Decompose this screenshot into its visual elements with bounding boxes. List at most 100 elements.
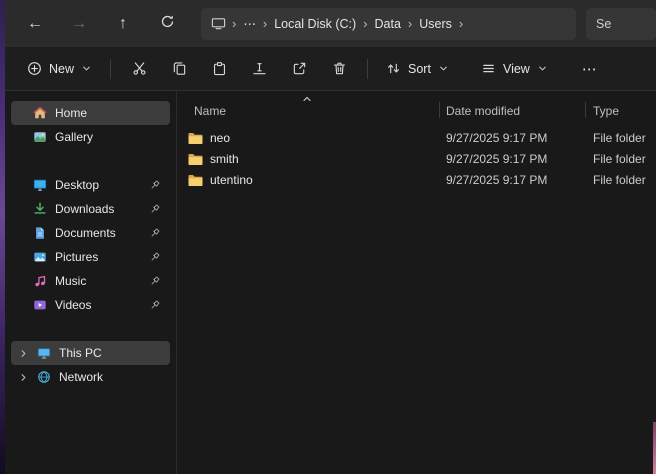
videos-icon (33, 298, 47, 312)
folder-icon (187, 130, 203, 146)
new-button-label: New (49, 62, 74, 76)
chevron-right-icon[interactable] (17, 348, 29, 359)
chevron-right-icon[interactable] (17, 372, 29, 383)
file-row-utentino[interactable]: utentino 9/27/2025 9:17 PM File folder (177, 169, 656, 190)
sidebar-item-home[interactable]: Home (11, 101, 170, 125)
new-button[interactable]: New (17, 53, 102, 85)
cut-button[interactable] (119, 53, 159, 85)
sidebar-item-this-pc[interactable]: This PC (11, 341, 170, 365)
paste-button[interactable] (199, 53, 239, 85)
desktop-background-left-edge (0, 0, 5, 474)
sidebar-item-pictures[interactable]: Pictures (11, 245, 170, 269)
file-list-pane: Name Date modified Type neo 9/27/2025 9:… (177, 91, 656, 474)
gallery-icon (33, 130, 47, 144)
sidebar-item-label: This PC (59, 346, 102, 360)
more-options-button[interactable]: ⋯ (572, 53, 608, 85)
file-name: neo (210, 131, 230, 145)
documents-icon (33, 226, 47, 240)
refresh-button[interactable] (147, 8, 187, 40)
file-type: File folder (585, 131, 656, 145)
address-bar[interactable]: › ⋯ › Local Disk (C:) › Data › Users › (201, 8, 576, 40)
sidebar-item-label: Desktop (55, 178, 99, 192)
sort-icon (386, 61, 401, 76)
column-header-type[interactable]: Type (585, 104, 656, 118)
forward-button[interactable]: → (59, 8, 99, 40)
view-button-label: View (503, 62, 530, 76)
rename-icon (252, 61, 267, 76)
sidebar-item-documents[interactable]: Documents (11, 221, 170, 245)
file-row-neo[interactable]: neo 9/27/2025 9:17 PM File folder (177, 127, 656, 148)
sort-ascending-icon (301, 93, 313, 108)
breadcrumb-item-local-disk-c[interactable]: Local Disk (C:) (271, 17, 359, 31)
copy-button[interactable] (159, 53, 199, 85)
pin-icon (149, 275, 161, 290)
rename-button[interactable] (239, 53, 279, 85)
sidebar-item-label: Downloads (55, 202, 114, 216)
file-date-modified: 9/27/2025 9:17 PM (439, 131, 585, 145)
pin-icon (149, 203, 161, 218)
chevron-down-icon (81, 63, 92, 74)
breadcrumb-separator[interactable]: › (359, 16, 371, 31)
search-input[interactable]: Se (586, 8, 656, 40)
breadcrumb-ellipsis[interactable]: ⋯ (240, 16, 259, 31)
share-button[interactable] (279, 53, 319, 85)
breadcrumb-separator[interactable]: › (404, 16, 416, 31)
view-button[interactable]: View (471, 53, 558, 85)
file-date-modified: 9/27/2025 9:17 PM (439, 173, 585, 187)
music-icon (33, 274, 47, 288)
chevron-down-icon (438, 63, 449, 74)
view-icon (481, 61, 496, 76)
home-icon (33, 106, 47, 120)
column-divider[interactable] (439, 102, 440, 118)
navigation-pane: Home Gallery Desktop Downloads (5, 91, 177, 474)
file-type: File folder (585, 173, 656, 187)
column-header-date-modified[interactable]: Date modified (439, 104, 585, 118)
sort-button-label: Sort (408, 62, 431, 76)
toolbar-divider (367, 59, 368, 79)
downloads-icon (33, 202, 47, 216)
navigation-bar: ← → ↑ › ⋯ › Local Disk (C:) › Data › Use… (5, 0, 656, 47)
toolbar-divider (110, 59, 111, 79)
pictures-icon (33, 250, 47, 264)
back-button[interactable]: ← (15, 8, 55, 40)
file-row-smith[interactable]: smith 9/27/2025 9:17 PM File folder (177, 148, 656, 169)
sidebar-item-music[interactable]: Music (11, 269, 170, 293)
paste-icon (212, 61, 227, 76)
sidebar-section-gap (5, 317, 176, 341)
folder-icon (187, 151, 203, 167)
file-name: smith (210, 152, 239, 166)
sidebar-item-downloads[interactable]: Downloads (11, 197, 170, 221)
sort-button[interactable]: Sort (376, 53, 459, 85)
sidebar-item-label: Documents (55, 226, 116, 240)
sidebar-item-desktop[interactable]: Desktop (11, 173, 170, 197)
new-plus-icon (27, 61, 42, 76)
file-name: utentino (210, 173, 253, 187)
breadcrumb-item-data[interactable]: Data (372, 17, 404, 31)
sidebar-item-gallery[interactable]: Gallery (11, 125, 170, 149)
breadcrumb-separator[interactable]: › (455, 16, 467, 31)
pin-icon (149, 251, 161, 266)
cut-icon (132, 61, 147, 76)
pin-icon (149, 179, 161, 194)
column-header-row: Name Date modified Type (177, 95, 656, 121)
file-type: File folder (585, 152, 656, 166)
command-toolbar: New (5, 47, 656, 91)
file-date-modified: 9/27/2025 9:17 PM (439, 152, 585, 166)
column-divider[interactable] (585, 102, 586, 118)
search-text: Se (596, 17, 611, 31)
sidebar-item-videos[interactable]: Videos (11, 293, 170, 317)
network-icon (37, 370, 51, 384)
sidebar-item-network[interactable]: Network (11, 365, 170, 389)
copy-icon (172, 61, 187, 76)
breadcrumb-separator[interactable]: › (228, 16, 240, 31)
sidebar-item-label: Gallery (55, 130, 93, 144)
share-icon (292, 61, 307, 76)
delete-button[interactable] (319, 53, 359, 85)
up-button[interactable]: ↑ (103, 8, 143, 40)
breadcrumb-separator[interactable]: › (259, 16, 271, 31)
breadcrumb-item-users[interactable]: Users (416, 17, 455, 31)
refresh-icon (160, 14, 175, 34)
pin-icon (149, 227, 161, 242)
delete-icon (332, 61, 347, 76)
file-explorer-window: ← → ↑ › ⋯ › Local Disk (C:) › Data › Use… (0, 0, 656, 474)
